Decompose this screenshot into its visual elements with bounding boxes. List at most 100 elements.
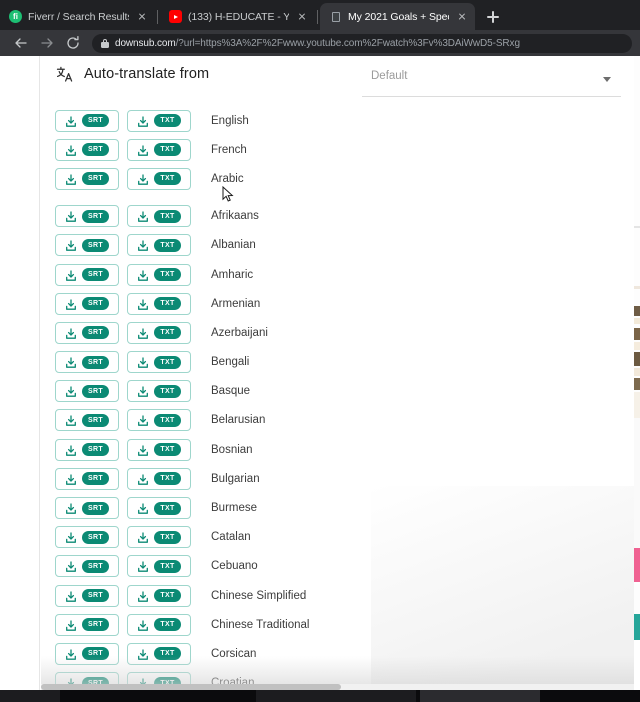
language-label: Burmese <box>211 502 258 515</box>
download-txt-button[interactable]: TXT <box>127 167 191 190</box>
download-txt-button[interactable]: TXT <box>127 263 191 286</box>
download-txt-button[interactable]: TXT <box>127 234 191 257</box>
download-icon <box>65 269 77 281</box>
download-srt-button[interactable]: SRT <box>55 555 119 578</box>
language-label: Catalan <box>211 531 251 544</box>
format-badge-srt: SRT <box>82 589 109 603</box>
language-label: Arabic <box>211 172 244 185</box>
download-txt-button[interactable]: TXT <box>127 526 191 549</box>
close-icon[interactable] <box>455 10 469 24</box>
table-row: SRT TXT Bosnian <box>41 435 634 464</box>
url-host: downsub.com <box>115 37 176 49</box>
download-txt-button[interactable]: TXT <box>127 321 191 344</box>
download-icon <box>65 560 77 573</box>
download-icon <box>65 144 77 156</box>
download-txt-button[interactable]: TXT <box>127 467 191 490</box>
language-label: Belarusian <box>211 414 266 427</box>
download-srt-button[interactable]: SRT <box>55 467 119 490</box>
table-row: SRT TXT English <box>41 106 634 135</box>
download-icon <box>137 502 149 514</box>
table-row: SRT TXT Catalan <box>41 523 634 552</box>
download-icon <box>137 327 149 339</box>
language-label: Chinese Simplified <box>211 589 307 602</box>
download-txt-button[interactable]: TXT <box>127 109 191 132</box>
download-icon <box>137 473 149 485</box>
language-label: Armenian <box>211 297 261 310</box>
table-row: SRT TXT Bulgarian <box>41 464 634 493</box>
download-txt-button[interactable]: TXT <box>127 438 191 461</box>
download-srt-button[interactable]: SRT <box>55 109 119 132</box>
download-srt-button[interactable]: SRT <box>55 292 119 315</box>
download-txt-button[interactable]: TXT <box>127 409 191 432</box>
download-icon <box>65 356 77 368</box>
download-txt-button[interactable]: TXT <box>127 380 191 403</box>
browser-tab-youtube[interactable]: (133) H-EDUCATE - YouTube <box>160 3 315 30</box>
format-badge-txt: TXT <box>154 355 181 369</box>
download-srt-button[interactable]: SRT <box>55 526 119 549</box>
format-badge-srt: SRT <box>82 443 109 457</box>
download-icon <box>137 385 149 398</box>
download-srt-button[interactable]: SRT <box>55 205 119 228</box>
reload-icon[interactable] <box>60 30 86 56</box>
download-srt-button[interactable]: SRT <box>55 138 119 161</box>
new-tab-button[interactable] <box>483 7 503 27</box>
fiverr-icon: fi <box>9 10 22 23</box>
download-srt-button[interactable]: SRT <box>55 584 119 607</box>
download-srt-button[interactable]: SRT <box>55 438 119 461</box>
url-path: /?url=https%3A%2F%2Fwww.youtube.com%2Fwa… <box>175 37 520 49</box>
download-srt-button[interactable]: SRT <box>55 613 119 636</box>
browser-tab-downsub[interactable]: My 2021 Goals + Special Surpris <box>320 3 475 30</box>
table-row: SRT TXT Basque <box>41 377 634 406</box>
download-srt-button[interactable]: SRT <box>55 380 119 403</box>
download-txt-button[interactable]: TXT <box>127 613 191 636</box>
download-icon <box>65 648 77 660</box>
download-txt-button[interactable]: TXT <box>127 642 191 665</box>
table-row: SRT TXT Armenian <box>41 289 634 318</box>
format-badge-txt: TXT <box>154 443 181 457</box>
download-icon <box>65 590 77 602</box>
format-badge-txt: TXT <box>154 172 181 186</box>
chevron-down-icon[interactable] <box>603 77 611 82</box>
format-badge-txt: TXT <box>154 501 181 515</box>
download-srt-button[interactable]: SRT <box>55 234 119 257</box>
download-txt-button[interactable]: TXT <box>127 292 191 315</box>
tab-strip: fi Fiverr / Search Results for 'youtub (… <box>0 0 640 30</box>
format-badge-srt: SRT <box>82 530 109 544</box>
table-row: SRT TXT Chinese Simplified <box>41 581 634 610</box>
format-badge-txt: TXT <box>154 268 181 282</box>
close-icon[interactable] <box>295 10 309 24</box>
download-icon <box>65 298 77 310</box>
download-srt-button[interactable]: SRT <box>55 263 119 286</box>
forward-arrow-icon[interactable] <box>34 30 60 56</box>
language-label: Basque <box>211 385 251 398</box>
format-badge-srt: SRT <box>82 172 109 186</box>
download-srt-button[interactable]: SRT <box>55 321 119 344</box>
language-label: Albanian <box>211 239 256 252</box>
translate-icon <box>55 64 75 84</box>
download-txt-button[interactable]: TXT <box>127 351 191 374</box>
download-txt-button[interactable]: TXT <box>127 497 191 520</box>
address-bar[interactable]: downsub.com/?url=https%3A%2F%2Fwww.youtu… <box>92 33 632 53</box>
download-srt-button[interactable]: SRT <box>55 642 119 665</box>
format-badge-srt: SRT <box>82 559 109 573</box>
language-list: SRT TXT English SRT TXT French SRT TXT Arabic SRT… <box>41 106 634 696</box>
download-srt-button[interactable]: SRT <box>55 409 119 432</box>
download-txt-button[interactable]: TXT <box>127 138 191 161</box>
download-icon <box>65 444 77 456</box>
background-window-sliver <box>634 56 640 702</box>
format-badge-txt: TXT <box>154 209 181 223</box>
close-icon[interactable] <box>135 10 149 24</box>
download-srt-button[interactable]: SRT <box>55 167 119 190</box>
download-txt-button[interactable]: TXT <box>127 584 191 607</box>
language-select[interactable]: Default <box>362 64 621 97</box>
download-icon <box>137 115 149 127</box>
format-badge-txt: TXT <box>154 384 181 398</box>
download-srt-button[interactable]: SRT <box>55 497 119 520</box>
download-srt-button[interactable]: SRT <box>55 351 119 374</box>
browser-tab-fiverr[interactable]: fi Fiverr / Search Results for 'youtub <box>0 3 155 30</box>
format-badge-txt: TXT <box>154 114 181 128</box>
format-badge-srt: SRT <box>82 413 109 427</box>
download-txt-button[interactable]: TXT <box>127 205 191 228</box>
download-txt-button[interactable]: TXT <box>127 555 191 578</box>
back-arrow-icon[interactable] <box>8 30 34 56</box>
